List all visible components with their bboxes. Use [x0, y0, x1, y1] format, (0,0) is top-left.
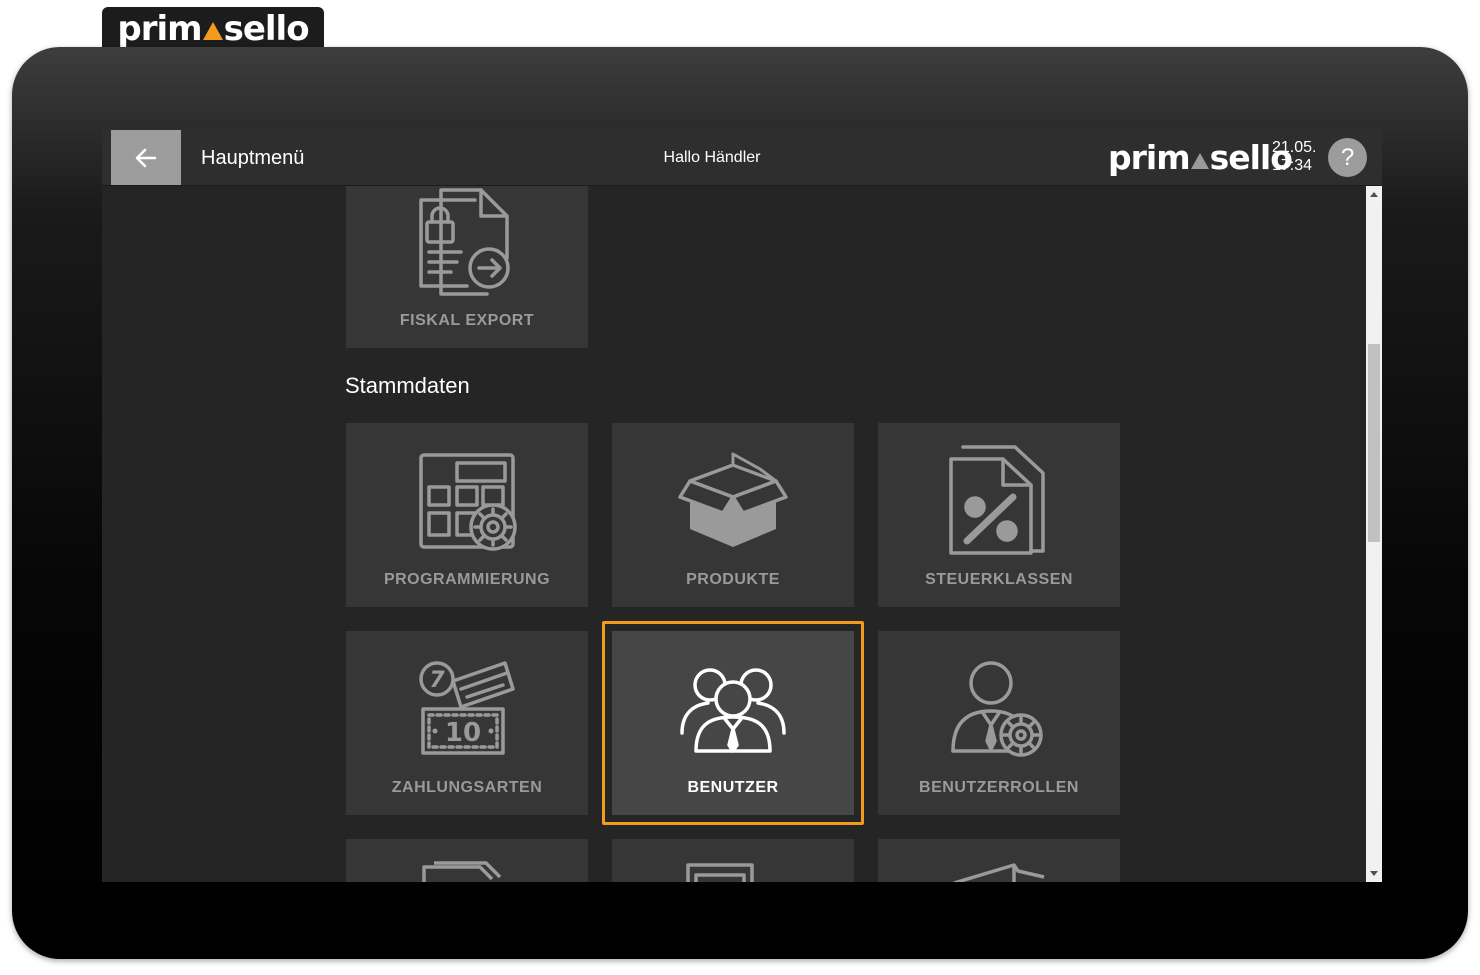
logo-text-right: sello: [223, 9, 310, 49]
tile-label: BENUTZERROLLEN: [919, 779, 1079, 796]
selected-tile-highlight: [602, 621, 864, 825]
user-settings-icon: [878, 653, 1120, 765]
tile-label: STEUERKLASSEN: [925, 571, 1073, 588]
tile-steuerklassen[interactable]: STEUERKLASSEN: [878, 423, 1120, 607]
tile-label: PRODUKTE: [686, 571, 780, 588]
section-title-stammdaten: Stammdaten: [345, 373, 470, 398]
tile-benutzerrollen[interactable]: BENUTZERROLLEN: [878, 631, 1120, 815]
clock: 21.05. 17:34: [1272, 139, 1316, 175]
payment-cash-cards-icon: 7 10: [346, 653, 588, 765]
help-icon: ?: [1340, 143, 1355, 171]
scroll-down-arrow-icon[interactable]: [1370, 871, 1378, 876]
tile-label: ZAHLUNGSARTEN: [391, 779, 543, 796]
clock-time: 17:34: [1272, 157, 1313, 174]
clock-date: 21.05.: [1272, 139, 1317, 156]
back-button[interactable]: [111, 130, 181, 185]
page-title: Hauptmenü: [201, 147, 305, 169]
arrow-left-icon: [135, 148, 157, 167]
programming-grid-gear-icon: [346, 445, 588, 557]
tile-label: FISKAL EXPORT: [399, 312, 535, 329]
tag-icon: [953, 863, 1045, 882]
header-bar: Hauptmenü Hallo Händler prim sello 21.05.…: [102, 129, 1382, 186]
monitor-icon: [686, 863, 754, 882]
tile-row3-1[interactable]: [346, 839, 588, 882]
tile-zahlungsarten[interactable]: 7 10 ZAHLUNGSARTEN: [346, 631, 588, 815]
logo-accent-icon: [1190, 153, 1209, 169]
vertical-scrollbar[interactable]: [1366, 186, 1382, 882]
logo-accent-icon: [202, 22, 223, 40]
tile-produkte[interactable]: PRODUKTE: [612, 423, 854, 607]
fiscal-export-icon: [346, 186, 588, 298]
help-button[interactable]: ?: [1328, 138, 1367, 177]
brand-tab: prim sello: [102, 7, 324, 51]
tile-label: PROGRAMMIERUNG: [383, 571, 551, 588]
tile-fiskal-export[interactable]: FISKAL EXPORT: [346, 186, 588, 348]
greeting-text: Hallo Händler: [663, 149, 761, 166]
logo-text-left: prim: [1108, 138, 1191, 177]
document-stack-icon: [422, 861, 502, 882]
tile-row3-3[interactable]: [878, 839, 1120, 882]
app-screen: Hauptmenü Hallo Händler prim sello 21.05.…: [102, 129, 1382, 882]
tile-programmierung[interactable]: PROGRAMMIERUNG: [346, 423, 588, 607]
banknote-value: 10: [445, 718, 481, 748]
tax-document-percent-icon: [878, 445, 1120, 557]
coin-value: 7: [429, 668, 445, 693]
scroll-up-arrow-icon[interactable]: [1370, 192, 1378, 197]
logo-text-left: prim: [117, 9, 202, 49]
header-logo: prim sello: [1108, 138, 1293, 177]
tile-row3-2[interactable]: [612, 839, 854, 882]
main-menu-scroll-area[interactable]: FISKAL EXPORT Stammdaten PROGRAMMIERUNG …: [102, 186, 1366, 882]
scroll-thumb[interactable]: [1368, 344, 1380, 542]
box-icon: [612, 445, 854, 557]
primasello-logo: prim sello: [117, 9, 310, 49]
